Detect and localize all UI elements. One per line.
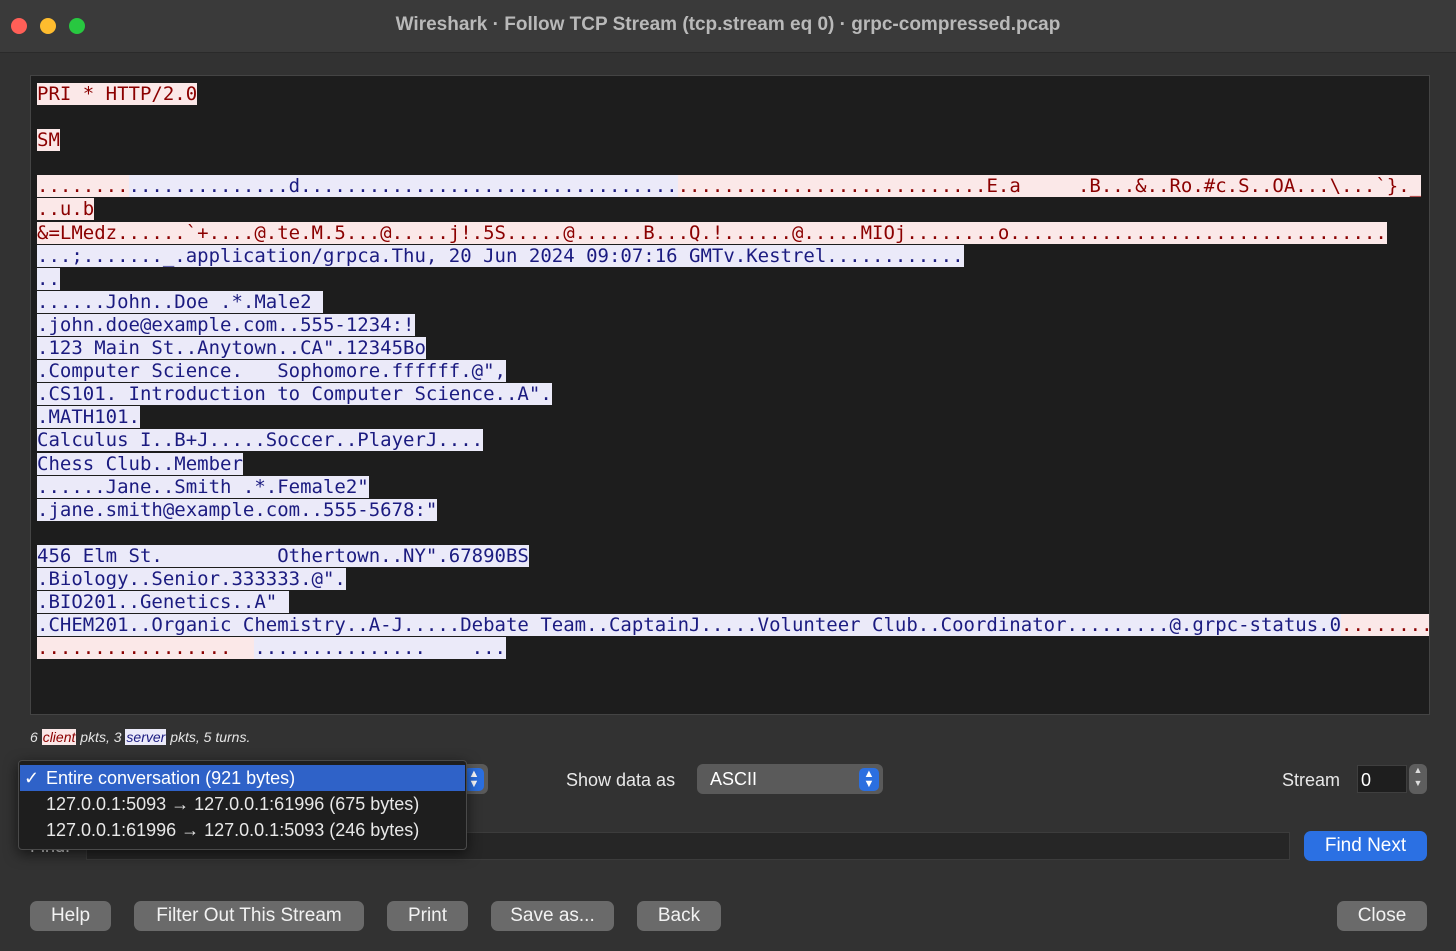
filter-out-stream-button[interactable]: Filter Out This Stream: [134, 901, 364, 931]
save-as-button[interactable]: Save as...: [491, 901, 614, 931]
stream-line: &=LMedz......`+....@.te.M.5...@.....j!.5…: [37, 221, 1429, 245]
option-client-to-server[interactable]: 127.0.0.1:61996 → 127.0.0.1:5093 (246 by…: [20, 817, 465, 843]
stream-line: .CHEM201..Organic Chemistry..A-J.....Deb…: [37, 614, 1429, 637]
conversation-dropdown-menu: ✓ Entire conversation (921 bytes) 127.0.…: [18, 760, 467, 850]
show-data-select[interactable]: ASCII ▲ ▼: [697, 764, 883, 794]
server-data-segment: ......Jane..Smith .*.Female2": [37, 475, 369, 498]
stream-line: .BIO201..Genetics..A": [37, 591, 1429, 614]
server-data-segment: ..: [37, 267, 60, 290]
updown-chevron-icon: ▲ ▼: [859, 768, 879, 791]
client-data-segment: .................: [37, 637, 255, 660]
stream-line: .jane.smith@example.com..555-5678:": [37, 498, 1429, 522]
option-entire-conversation[interactable]: ✓ Entire conversation (921 bytes): [20, 765, 465, 791]
server-data-segment: 456 Elm St. Othertown..NY".67890BS: [37, 544, 529, 567]
client-data-segment: &=LMedz......`+....@.te.M.5...@.....j!.5…: [37, 221, 1387, 244]
server-data-segment: .Biology..Senior.333333.@".: [37, 567, 346, 590]
stream-line: PRI * HTTP/2.0: [37, 83, 1429, 106]
stream-line: .123 Main St..Anytown..CA".12345Bo: [37, 337, 1429, 360]
stream-line: ......Jane..Smith .*.Female2": [37, 475, 1429, 499]
stream-line: .Computer Science. Sophomore.ffffff.@",: [37, 360, 1429, 383]
window-title: Wireshark · Follow TCP Stream (tcp.strea…: [395, 14, 1061, 35]
stream-text: PRI * HTTP/2.0 SM ......................d.…: [37, 83, 1429, 660]
stream-line: .Biology..Senior.333333.@".: [37, 567, 1429, 591]
stream-line: [37, 106, 1429, 129]
stream-line: [37, 522, 1429, 545]
stream-line: ................. ............... ...: [37, 637, 1429, 660]
client-data-segment: SM: [37, 129, 60, 152]
client-data-segment: ........: [37, 175, 129, 198]
stats-text-1: pkts, 3: [80, 729, 122, 745]
client-data-segment: PRI * HTTP/2.0: [37, 83, 198, 105]
option-server-to-client[interactable]: 127.0.0.1:5093 → 127.0.0.1:61996 (675 by…: [20, 791, 465, 817]
stream-line: 456 Elm St. Othertown..NY".67890BS: [37, 544, 1429, 568]
server-data-segment: .CHEM201..Organic Chemistry..A-J.....Deb…: [37, 614, 1342, 637]
server-data-segment: Chess Club..Member: [37, 452, 243, 475]
server-data-segment: ..............d.........................…: [128, 175, 678, 198]
stream-line: [37, 152, 1429, 175]
find-next-button[interactable]: Find Next: [1304, 831, 1427, 861]
stream-line: .MATH101.: [37, 406, 1429, 429]
option-label: 127.0.0.1:5093 → 127.0.0.1:61996 (675 by…: [46, 794, 420, 814]
stream-content-view[interactable]: PRI * HTTP/2.0 SM ......................d.…: [30, 75, 1430, 715]
server-data-segment: ...;......._.application/grpca.Thu, 20 J…: [37, 244, 964, 267]
client-data-segment: ...........................E.a .B...&..R…: [677, 175, 1422, 198]
server-legend: server: [125, 729, 167, 745]
stream-line: ...;......._.application/grpca.Thu, 20 J…: [37, 244, 1429, 268]
stream-stats: 6 client pkts, 3 server pkts, 5 turns.: [30, 729, 250, 745]
stream-stepper[interactable]: ▲ ▼: [1409, 764, 1427, 794]
show-data-value: ASCII: [710, 769, 758, 789]
stream-label: Stream: [1282, 770, 1341, 790]
show-data-label: Show data as: [566, 770, 676, 790]
stream-number-input[interactable]: 0: [1357, 765, 1407, 793]
option-label: 127.0.0.1:61996 → 127.0.0.1:5093 (246 by…: [46, 820, 420, 840]
stream-line: Calculus I..B+J.....Soccer..PlayerJ....: [37, 429, 1429, 452]
client-data-segment: ..u.b: [37, 198, 95, 221]
stream-line: SM: [37, 129, 1429, 152]
server-data-segment: .Computer Science. Sophomore.ffffff.@",: [37, 360, 506, 383]
close-button[interactable]: Close: [1337, 901, 1427, 931]
option-label: Entire conversation (921 bytes): [46, 768, 296, 788]
stats-text-2: pkts, 5 turns.: [170, 729, 251, 745]
server-data-segment: ......John..Doe .*.Male2: [37, 290, 323, 313]
title-bar: Wireshark · Follow TCP Stream (tcp.strea…: [0, 0, 1456, 53]
stream-line: .CS101. Introduction to Computer Science…: [37, 383, 1429, 406]
stream-line: ..u.b: [37, 198, 1429, 221]
stream-line: ......John..Doe .*.Male2: [37, 290, 1429, 314]
stream-line: ..: [37, 267, 1429, 291]
help-button[interactable]: Help: [30, 901, 111, 931]
server-data-segment: .john.doe@example.com..555-1234:!: [37, 313, 415, 336]
server-data-segment: ............... ...: [254, 637, 507, 660]
print-button[interactable]: Print: [387, 901, 468, 931]
server-data-segment: .CS101. Introduction to Computer Science…: [37, 383, 552, 406]
server-data-segment: .123 Main St..Anytown..CA".12345Bo: [37, 337, 426, 360]
checkmark-icon: ✓: [24, 768, 40, 788]
client-legend: client: [41, 729, 77, 745]
stream-line: Chess Club..Member: [37, 452, 1429, 476]
updown-chevron-icon: ▲ ▼: [464, 768, 484, 791]
server-data-segment: .MATH101.: [37, 406, 140, 429]
client-data-segment: ........: [1341, 614, 1429, 637]
server-data-segment: Calculus I..B+J.....Soccer..PlayerJ....: [37, 429, 484, 452]
back-button[interactable]: Back: [637, 901, 721, 931]
stream-line: .john.doe@example.com..555-1234:!: [37, 313, 1429, 337]
server-data-segment: .BIO201..Genetics..A": [37, 591, 289, 614]
server-data-segment: .jane.smith@example.com..555-5678:": [37, 498, 438, 521]
client-packet-count: 6: [30, 729, 38, 745]
stream-line: ......................d.................…: [37, 175, 1429, 198]
